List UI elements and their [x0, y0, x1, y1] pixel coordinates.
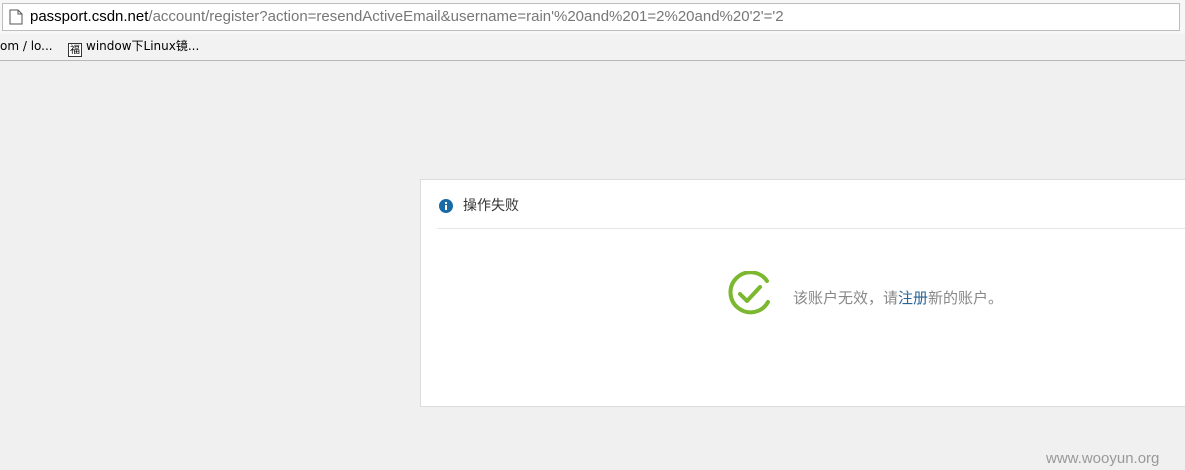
bookmark-label: om / lo...: [0, 39, 53, 53]
url-text: passport.csdn.net/account/register?actio…: [30, 7, 784, 27]
info-icon: [439, 199, 453, 213]
message-dialog: 操作失败 该账户无效，请注册新的账户。: [420, 179, 1185, 407]
url-field[interactable]: passport.csdn.net/account/register?actio…: [2, 3, 1180, 31]
url-path: /account/register?action=resendActiveEma…: [148, 8, 784, 25]
address-bar: passport.csdn.net/account/register?actio…: [0, 0, 1185, 34]
check-circle-icon: [728, 271, 770, 315]
page-content: 操作失败 该账户无效，请注册新的账户。: [0, 61, 1185, 470]
message-text-end: 新的账户。: [928, 289, 1004, 307]
bookmark-favicon-icon: 福: [68, 43, 82, 57]
dialog-message: 该账户无效，请注册新的账户。: [793, 288, 1003, 308]
watermark: www.wooyun.org: [1046, 450, 1160, 467]
bookmark-item[interactable]: 福 window下Linux镜...: [68, 38, 199, 57]
bookmark-item[interactable]: om / lo...: [0, 38, 53, 54]
document-icon: [9, 9, 23, 25]
register-link[interactable]: 注册: [898, 289, 928, 307]
url-host: passport.csdn.net: [30, 8, 149, 25]
message-text: 该账户无效，请: [793, 289, 899, 307]
dialog-header: 操作失败: [437, 180, 1185, 229]
bookmark-label: window下Linux镜...: [86, 39, 200, 53]
bookmarks-bar: om / lo... 福 window下Linux镜...: [0, 34, 1185, 61]
dialog-title: 操作失败: [463, 198, 519, 214]
